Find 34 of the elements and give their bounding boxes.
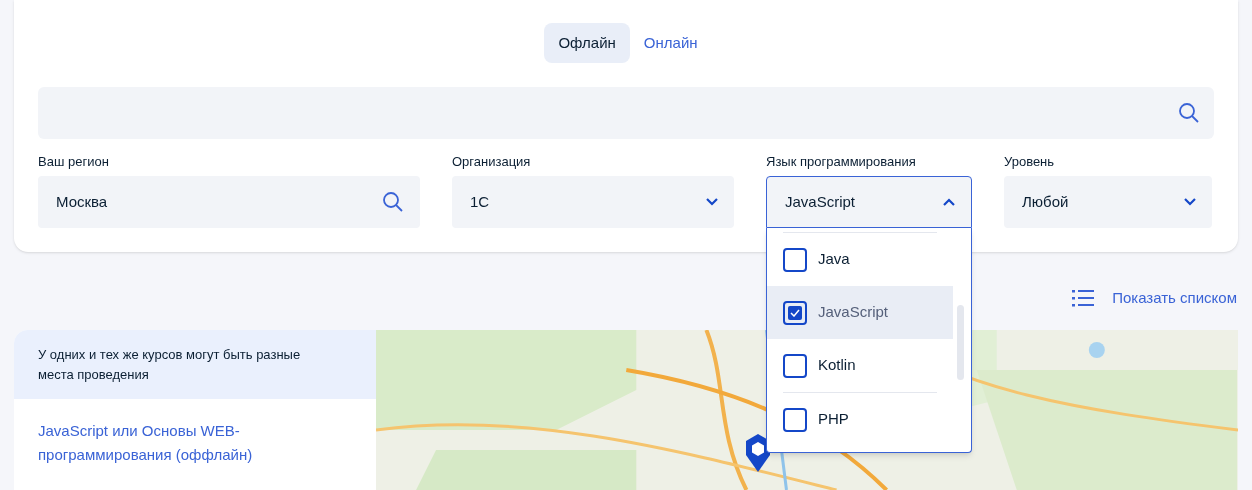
scrollbar[interactable] (957, 305, 964, 380)
field-label: Ваш регион (38, 153, 110, 170)
dropdown-option[interactable]: Java (767, 233, 953, 286)
select-field[interactable]: JavaScript (766, 176, 972, 228)
chevron-up-icon (943, 198, 955, 206)
field-value: JavaScript (785, 191, 856, 212)
field-label: Язык программирования (766, 153, 917, 170)
search-icon (382, 191, 404, 213)
check-icon (788, 305, 802, 320)
checkbox[interactable] (783, 407, 807, 432)
search-icon (1178, 102, 1200, 124)
field-value: Москва (56, 191, 108, 212)
checkbox[interactable] (783, 247, 807, 272)
chevron-down-icon (706, 198, 718, 206)
field-value: Любой (1022, 191, 1069, 212)
course-link[interactable]: JavaScript или Основы WEB-программирования (оффлайн) (38, 419, 298, 467)
dropdown-option[interactable]: Kotlin (767, 339, 953, 392)
list-icon (1072, 289, 1095, 307)
checkbox[interactable] (783, 353, 807, 378)
field-value: 1С (470, 191, 490, 212)
select-field[interactable]: 1С (452, 176, 734, 228)
tab[interactable]: Офлайн (544, 23, 630, 63)
notice-text: У одних и тех же курсов могут быть разные места проведения (38, 346, 302, 384)
search-field[interactable] (38, 87, 1214, 139)
tab[interactable]: Онлайн (633, 23, 708, 63)
checkbox[interactable] (783, 300, 807, 325)
dropdown-option[interactable]: PHP (767, 393, 953, 446)
chevron-down-icon (1184, 198, 1196, 206)
select-field[interactable]: Любой (1004, 176, 1212, 228)
field-label: Уровень (1004, 153, 1056, 170)
show-list-link[interactable]: Показать списком (1072, 286, 1237, 310)
field-label: Организация (452, 153, 532, 170)
region-field[interactable]: Москва (38, 176, 420, 228)
dropdown-option[interactable]: JavaScript (767, 286, 953, 339)
